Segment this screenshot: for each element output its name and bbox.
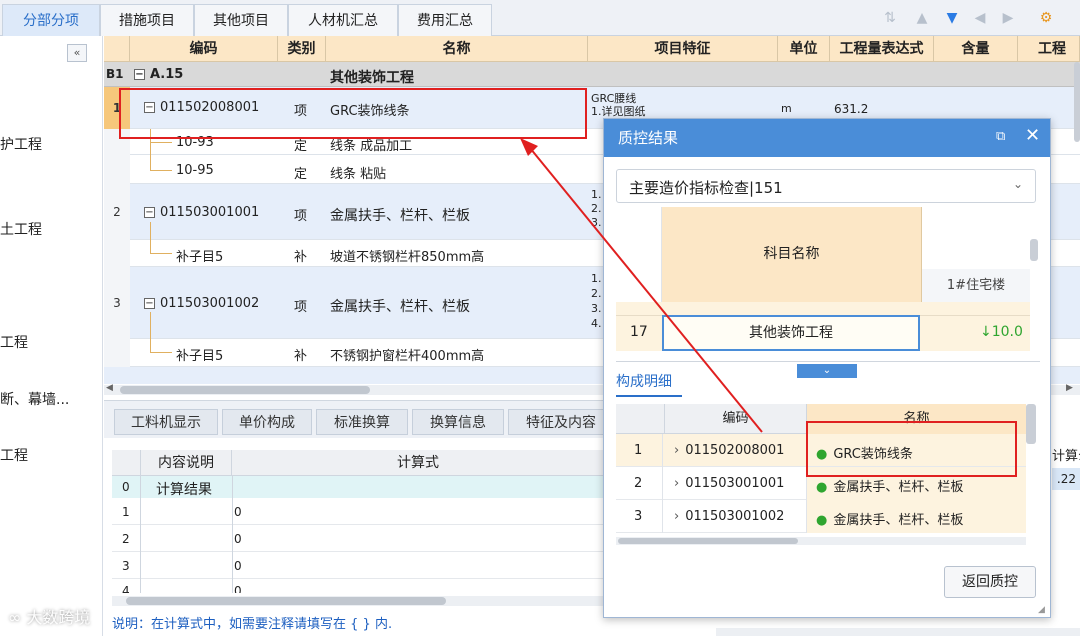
- annotation-arrow-line: [529, 147, 763, 433]
- annotation-arrow: [520, 138, 763, 433]
